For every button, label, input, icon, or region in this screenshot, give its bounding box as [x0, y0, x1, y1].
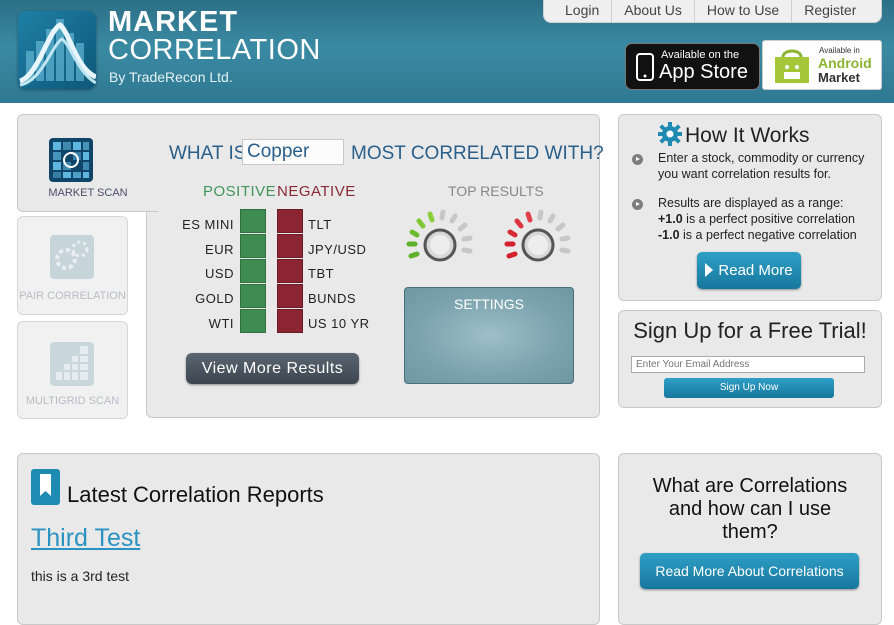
top-results-heading: TOP RESULTS	[448, 183, 544, 199]
email-field[interactable]	[631, 356, 865, 373]
settings-label: SETTINGS	[453, 296, 524, 312]
plus-one-value: +1.0	[658, 212, 683, 226]
pair-gears-icon	[50, 235, 94, 279]
positive-heading: POSITIVE	[203, 183, 277, 200]
tab-multigrid-scan[interactable]: MULTIGRID SCAN	[17, 321, 128, 419]
query-prefix: WHAT IS	[169, 143, 247, 164]
brand-tagline: By TradeRecon Ltd.	[109, 69, 233, 85]
positive-item-label: WTI	[208, 316, 234, 331]
top-nav: Login About Us How to Use Register	[543, 0, 882, 23]
positive-item-label: EUR	[205, 242, 234, 257]
tab-pair-correlation[interactable]: PAIR CORRELATION	[17, 216, 128, 315]
query-suffix: MOST CORRELATED WITH?	[351, 143, 604, 164]
bookmark-icon	[31, 469, 60, 505]
how-point-1-line-1: Enter a stock, commodity or currency	[658, 151, 865, 165]
negative-item-label: JPY/USD	[308, 242, 367, 257]
positive-item-label: GOLD	[195, 291, 234, 306]
view-more-results-button[interactable]: View More Results	[186, 353, 359, 384]
market-scan-icon	[49, 138, 93, 182]
positive-cell[interactable]	[240, 234, 266, 258]
negative-item-label: BUNDS	[308, 291, 357, 306]
android-market-badge[interactable]: Available in Android Market	[762, 40, 882, 90]
correlations-title-line-1: What are Correlations	[652, 475, 848, 497]
positive-dial-icon[interactable]	[405, 208, 475, 266]
bullet-arrow-icon	[632, 199, 643, 210]
android-big-text: Market	[818, 70, 860, 85]
bullet-arrow-icon	[632, 154, 643, 165]
app-store-badge[interactable]: Available on the App Store	[625, 43, 760, 90]
positive-item-label: ES MINI	[182, 217, 234, 232]
read-more-label: Read More	[718, 262, 793, 279]
market-scan-label: MARKET SCAN	[48, 187, 128, 199]
gear-icon	[658, 122, 682, 146]
tab-market-scan[interactable]: MARKET SCAN	[17, 114, 158, 212]
nav-login-link[interactable]: Login	[544, 0, 611, 22]
negative-item-label: TBT	[308, 266, 335, 281]
positive-cell[interactable]	[240, 259, 266, 283]
negative-item-label: US 10 YR	[308, 316, 370, 331]
negative-item-label: TLT	[308, 217, 332, 232]
negative-cell[interactable]	[277, 209, 303, 233]
logo-icon[interactable]	[18, 11, 96, 89]
sign-up-now-button[interactable]: Sign Up Now	[664, 378, 834, 398]
app-store-big-text: App Store	[659, 61, 748, 83]
android-mid-text: Android	[818, 55, 872, 71]
report-title-link[interactable]: Third Test	[31, 524, 140, 553]
how-point-2-line-1: Results are displayed as a range:	[658, 196, 844, 210]
nav-register-link[interactable]: Register	[791, 0, 868, 22]
read-more-correlations-button[interactable]: Read More About Correlations	[640, 553, 859, 589]
report-excerpt: this is a 3rd test	[31, 568, 130, 584]
negative-cell[interactable]	[277, 284, 303, 308]
positive-cell[interactable]	[240, 209, 266, 233]
correlations-title-line-3: them?	[722, 521, 778, 543]
positive-cell[interactable]	[240, 284, 266, 308]
signup-title: Sign Up for a Free Trial!	[633, 318, 867, 343]
negative-cell[interactable]	[277, 259, 303, 283]
negative-dial-icon[interactable]	[503, 208, 573, 266]
settings-panel[interactable]: SETTINGS	[404, 287, 574, 384]
nav-about-link[interactable]: About Us	[611, 0, 694, 22]
positive-cell[interactable]	[240, 309, 266, 333]
how-point-2-line-2: +1.0 is a perfect positive correlation	[658, 211, 855, 227]
symbol-input[interactable]	[242, 139, 344, 165]
read-more-button[interactable]: Read More	[697, 252, 801, 289]
correlations-title: What are Correlations and how can I use …	[632, 475, 868, 544]
pair-correlation-label: PAIR CORRELATION	[19, 290, 126, 302]
nav-howto-link[interactable]: How to Use	[693, 0, 791, 22]
negative-cell[interactable]	[277, 309, 303, 333]
plus-one-desc: is a perfect positive correlation	[682, 212, 855, 226]
android-bag-icon	[775, 49, 809, 83]
android-small-text: Available in	[819, 46, 860, 55]
multigrid-scan-label: MULTIGRID SCAN	[25, 395, 120, 407]
correlations-title-line-2: and how can I use	[668, 498, 832, 520]
reports-title: Latest Correlation Reports	[67, 482, 324, 507]
positive-item-label: USD	[205, 266, 234, 281]
brand-name-line2: CORRELATION	[108, 34, 321, 66]
negative-cell[interactable]	[277, 234, 303, 258]
app-store-small-text: Available on the	[661, 49, 740, 61]
how-it-works-title: How It Works	[685, 124, 810, 147]
how-point-2-line-3: -1.0 is a perfect negative correlation	[658, 227, 857, 243]
play-arrow-icon	[705, 263, 714, 277]
multigrid-icon	[50, 342, 94, 386]
phone-icon	[636, 53, 654, 81]
minus-one-value: -1.0	[658, 228, 680, 242]
how-point-1-line-2: you want correlation results for.	[658, 167, 831, 181]
minus-one-desc: is a perfect negative correlation	[679, 228, 857, 242]
negative-heading: NEGATIVE	[277, 183, 356, 200]
